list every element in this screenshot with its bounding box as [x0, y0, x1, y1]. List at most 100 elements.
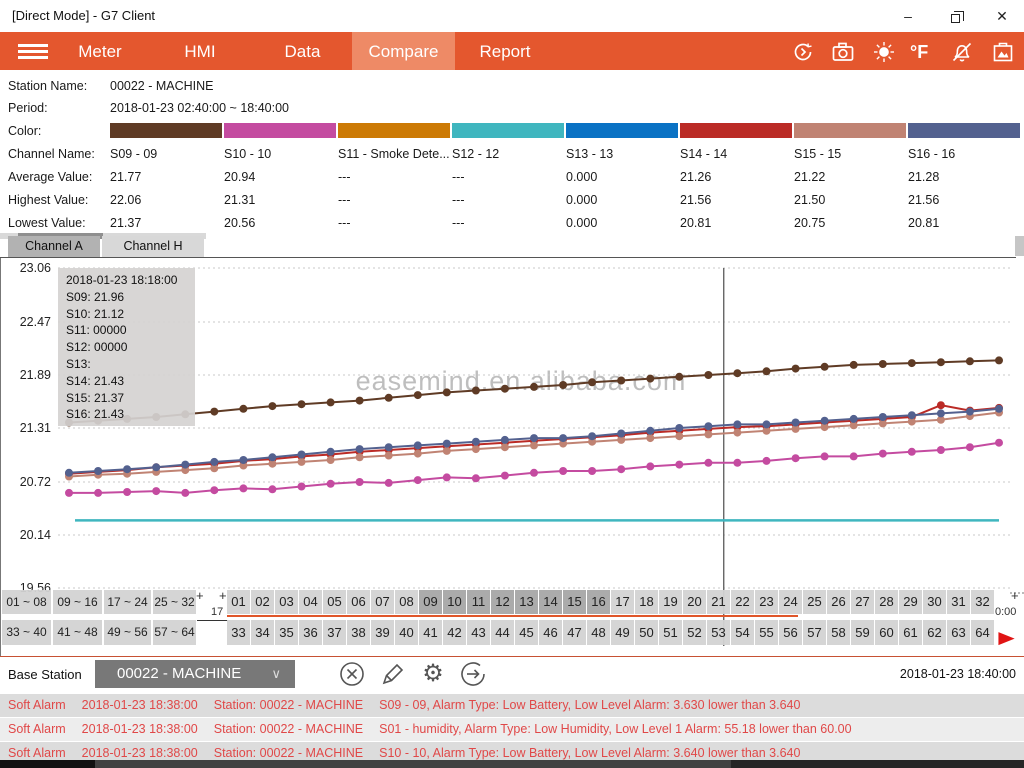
channel-button-18[interactable]: 18: [635, 590, 658, 614]
tab-channel-a[interactable]: Channel A: [8, 236, 100, 257]
channel-button-58[interactable]: 58: [827, 620, 850, 645]
channel-button-03[interactable]: 03: [275, 590, 298, 614]
channel-range-button[interactable]: 57 ~ 64: [153, 620, 196, 645]
zoom-plus-icon[interactable]: +: [196, 588, 204, 603]
camera-icon[interactable]: [831, 40, 857, 64]
sync-out-icon[interactable]: [458, 659, 488, 689]
scrollbar-thumb[interactable]: [95, 760, 731, 768]
hamburger-menu-icon[interactable]: [18, 44, 48, 59]
channel-button-08[interactable]: 08: [395, 590, 418, 614]
edit-pencil-icon[interactable]: [378, 659, 408, 689]
channel-button-02[interactable]: 02: [251, 590, 274, 614]
channel-button-21[interactable]: 21: [707, 590, 730, 614]
channel-button-13[interactable]: 13: [515, 590, 538, 614]
alarm-row[interactable]: Soft Alarm2018-01-23 18:38:00Station: 00…: [0, 694, 1024, 717]
channel-button-24[interactable]: 24: [779, 590, 802, 614]
channel-button-56[interactable]: 56: [779, 620, 802, 645]
zoom-plus-icon[interactable]: +: [1011, 588, 1019, 603]
channel-button-04[interactable]: 04: [299, 590, 322, 614]
tab-meter[interactable]: Meter: [50, 32, 150, 71]
channel-button-27[interactable]: 27: [851, 590, 874, 614]
channel-button-41[interactable]: 41: [419, 620, 442, 645]
channel-button-22[interactable]: 22: [731, 590, 754, 614]
channel-button-43[interactable]: 43: [467, 620, 490, 645]
channel-range-button[interactable]: 33 ~ 40: [2, 620, 51, 645]
tab-compare[interactable]: Compare: [352, 32, 455, 71]
channel-button-46[interactable]: 46: [539, 620, 562, 645]
alarm-mute-icon[interactable]: [950, 40, 976, 64]
channel-button-44[interactable]: 44: [491, 620, 514, 645]
zoom-plus-icon[interactable]: +: [219, 588, 227, 603]
tab-channel-h[interactable]: Channel H: [102, 236, 204, 257]
fahrenheit-icon[interactable]: °F: [910, 40, 944, 64]
channel-button-10[interactable]: 10: [443, 590, 466, 614]
alarm-row[interactable]: Soft Alarm2018-01-23 18:38:00Station: 00…: [0, 718, 1024, 741]
channel-button-51[interactable]: 51: [659, 620, 682, 645]
channel-button-40[interactable]: 40: [395, 620, 418, 645]
channel-button-09[interactable]: 09: [419, 590, 442, 614]
channel-button-33[interactable]: 33: [227, 620, 250, 645]
sync-icon[interactable]: [791, 40, 817, 64]
channel-range-button[interactable]: 25 ~ 32: [153, 590, 196, 614]
channel-button-26[interactable]: 26: [827, 590, 850, 614]
channel-button-49[interactable]: 49: [611, 620, 634, 645]
next-page-arrow[interactable]: ▶: [998, 628, 1014, 648]
channel-button-35[interactable]: 35: [275, 620, 298, 645]
channel-button-53[interactable]: 53: [707, 620, 730, 645]
horizontal-scrollbar[interactable]: [0, 760, 1024, 768]
tab-report[interactable]: Report: [460, 32, 550, 71]
channel-range-button[interactable]: 17 ~ 24: [104, 590, 151, 614]
station-select[interactable]: 00022 - MACHINE ∨: [95, 660, 295, 688]
cancel-circle-icon[interactable]: [337, 659, 367, 689]
channel-range-button[interactable]: 41 ~ 48: [53, 620, 102, 645]
channel-button-29[interactable]: 29: [899, 590, 922, 614]
tab-hmi[interactable]: HMI: [155, 32, 245, 71]
channel-button-36[interactable]: 36: [299, 620, 322, 645]
channel-button-52[interactable]: 52: [683, 620, 706, 645]
channel-button-60[interactable]: 60: [875, 620, 898, 645]
channel-button-32[interactable]: 32: [971, 590, 994, 614]
channel-button-05[interactable]: 05: [323, 590, 346, 614]
channel-button-64[interactable]: 64: [971, 620, 994, 645]
channel-button-16[interactable]: 16: [587, 590, 610, 614]
channel-button-50[interactable]: 50: [635, 620, 658, 645]
tab-data[interactable]: Data: [255, 32, 350, 71]
channel-button-31[interactable]: 31: [947, 590, 970, 614]
channel-button-30[interactable]: 30: [923, 590, 946, 614]
channel-button-07[interactable]: 07: [371, 590, 394, 614]
channel-range-button[interactable]: 09 ~ 16: [53, 590, 102, 614]
channel-button-59[interactable]: 59: [851, 620, 874, 645]
channel-button-45[interactable]: 45: [515, 620, 538, 645]
channel-button-34[interactable]: 34: [251, 620, 274, 645]
channel-button-06[interactable]: 06: [347, 590, 370, 614]
channel-range-button[interactable]: 49 ~ 56: [104, 620, 151, 645]
channel-button-61[interactable]: 61: [899, 620, 922, 645]
channel-button-20[interactable]: 20: [683, 590, 706, 614]
close-button[interactable]: ✕: [987, 6, 1017, 26]
channel-button-48[interactable]: 48: [587, 620, 610, 645]
restore-button[interactable]: [940, 6, 970, 26]
brightness-icon[interactable]: [872, 40, 898, 64]
channel-button-63[interactable]: 63: [947, 620, 970, 645]
channel-button-42[interactable]: 42: [443, 620, 466, 645]
channel-button-23[interactable]: 23: [755, 590, 778, 614]
channel-button-17[interactable]: 17: [611, 590, 634, 614]
channel-range-button[interactable]: 01 ~ 08: [2, 590, 51, 614]
minimize-button[interactable]: –: [893, 6, 923, 26]
channel-button-19[interactable]: 19: [659, 590, 682, 614]
channel-button-12[interactable]: 12: [491, 590, 514, 614]
channel-button-54[interactable]: 54: [731, 620, 754, 645]
image-bin-icon[interactable]: [991, 40, 1017, 64]
channel-button-15[interactable]: 15: [563, 590, 586, 614]
channel-button-62[interactable]: 62: [923, 620, 946, 645]
channel-button-01[interactable]: 01: [227, 590, 250, 614]
channel-button-14[interactable]: 14: [539, 590, 562, 614]
channel-button-39[interactable]: 39: [371, 620, 394, 645]
channel-button-47[interactable]: 47: [563, 620, 586, 645]
channel-button-28[interactable]: 28: [875, 590, 898, 614]
channel-button-25[interactable]: 25: [803, 590, 826, 614]
channel-button-55[interactable]: 55: [755, 620, 778, 645]
channel-button-38[interactable]: 38: [347, 620, 370, 645]
channel-button-37[interactable]: 37: [323, 620, 346, 645]
channel-button-11[interactable]: 11: [467, 590, 490, 614]
